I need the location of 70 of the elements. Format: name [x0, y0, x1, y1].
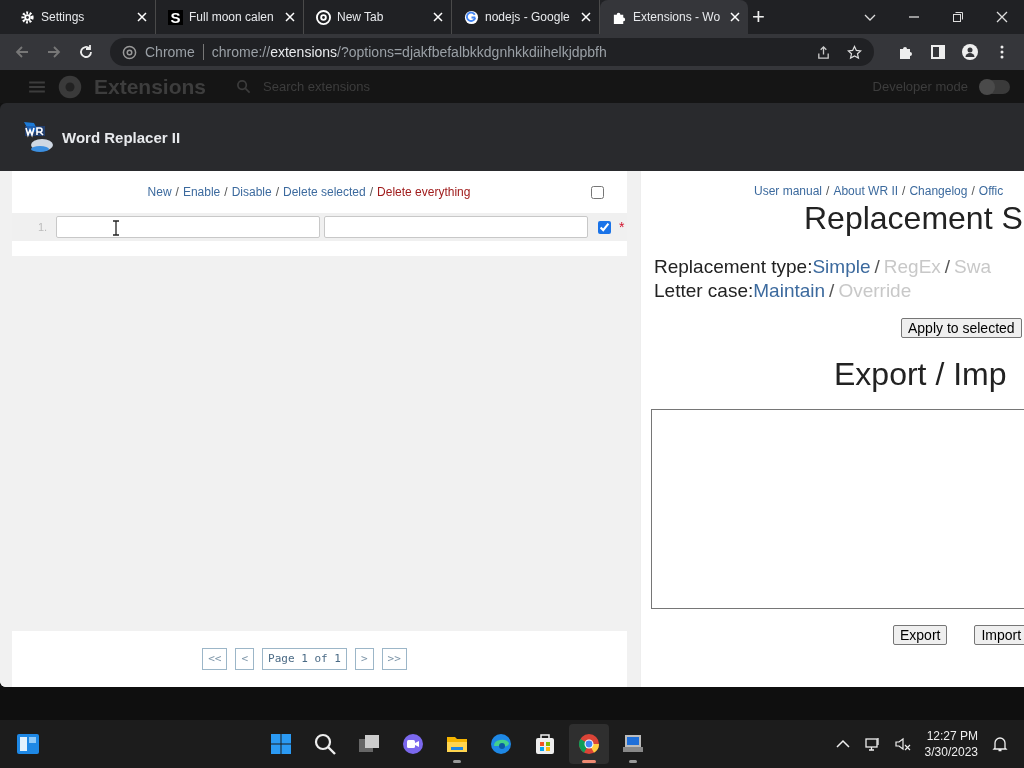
replace-field[interactable] — [324, 216, 588, 238]
close-icon[interactable] — [996, 11, 1008, 23]
help-link[interactable]: User manual — [754, 184, 823, 198]
widgets-icon[interactable] — [16, 732, 40, 756]
help-link[interactable]: About WR II — [833, 184, 899, 198]
clock-date[interactable]: 3/30/2023 — [924, 744, 978, 760]
page-indicator: Page 1 of 1 — [262, 648, 347, 670]
search-icon — [313, 732, 338, 756]
rule-checkbox[interactable] — [598, 220, 611, 234]
select-all-checkbox[interactable] — [591, 185, 604, 199]
network-icon[interactable] — [864, 736, 881, 752]
separator: / — [829, 280, 835, 301]
option-link[interactable]: Simple — [812, 256, 871, 277]
g-icon — [464, 9, 479, 25]
last-page-button[interactable]: >> — [381, 648, 407, 670]
separator: / — [944, 256, 951, 277]
section-heading: Export / Imp — [833, 356, 1008, 393]
action-link[interactable]: New — [147, 185, 172, 199]
star-icon[interactable] — [847, 44, 862, 60]
site-label: Chrome — [145, 44, 195, 60]
separator: / — [224, 185, 228, 199]
required-mark: * — [619, 219, 625, 235]
address-bar[interactable]: Chrome chrome://extensions/?options=djakfbefalbkkdgnhkkdiihelkjdpbfh — [110, 38, 874, 66]
muted-speaker-icon[interactable] — [894, 736, 911, 752]
action-link[interactable]: Disable — [231, 185, 272, 199]
share-icon[interactable] — [816, 44, 831, 60]
clock-time[interactable]: 12:27 PM — [926, 728, 978, 744]
forward-icon[interactable] — [46, 44, 62, 60]
reload-icon[interactable] — [78, 44, 94, 60]
back-icon[interactable] — [14, 44, 30, 60]
apply-button[interactable]: Apply to selected — [901, 318, 1022, 338]
option-link[interactable]: Maintain — [753, 280, 826, 301]
section-heading: Replacement S — [803, 200, 1024, 237]
action-link[interactable]: Delete everything — [377, 185, 471, 199]
side-panel-icon[interactable] — [930, 44, 946, 60]
search-icon — [236, 79, 252, 94]
separator: / — [369, 185, 374, 199]
separator: / — [175, 185, 179, 199]
separator: / — [971, 184, 975, 198]
separator: / — [826, 184, 830, 198]
help-link[interactable]: Changelog — [909, 184, 968, 198]
first-page-button[interactable]: << — [202, 648, 228, 670]
site-icon: S — [168, 9, 183, 25]
action-link[interactable]: Enable — [182, 185, 221, 199]
next-page-button[interactable]: > — [354, 648, 374, 670]
gear-icon — [20, 9, 35, 25]
option-label: Letter case: — [654, 280, 754, 301]
new-tab-button[interactable]: + — [752, 4, 765, 30]
previous-page-button[interactable]: < — [235, 648, 255, 670]
option-label: Replacement type: — [654, 256, 813, 277]
help-link[interactable]: Offic — [978, 184, 1004, 198]
chrome-taskbar-button[interactable] — [569, 724, 610, 764]
import-button[interactable]: Import — [974, 625, 1024, 645]
windows-logo-icon — [269, 732, 294, 756]
separator: / — [275, 185, 279, 199]
separator: / — [874, 256, 880, 277]
action-link[interactable]: Delete selected — [283, 185, 366, 199]
notification-bell-icon[interactable] — [992, 736, 1008, 752]
video-chat-icon — [401, 732, 426, 756]
swirl-logo-icon — [489, 732, 514, 756]
browser-tab[interactable]: Extensions - Wo — [600, 0, 748, 34]
text-cursor-icon — [112, 220, 120, 236]
find-field[interactable] — [56, 216, 320, 238]
export-button[interactable]: Export — [893, 625, 948, 645]
puzzle-icon[interactable] — [898, 44, 914, 60]
separator: / — [902, 184, 906, 198]
restore-icon[interactable] — [952, 11, 964, 23]
profile-icon[interactable] — [962, 44, 978, 60]
dialog-title: Word Replacer II — [62, 128, 181, 146]
url-text: chrome://extensions/?options=djakfbefalbkkdgnhkkdiihelkjdpbfh — [211, 44, 607, 60]
